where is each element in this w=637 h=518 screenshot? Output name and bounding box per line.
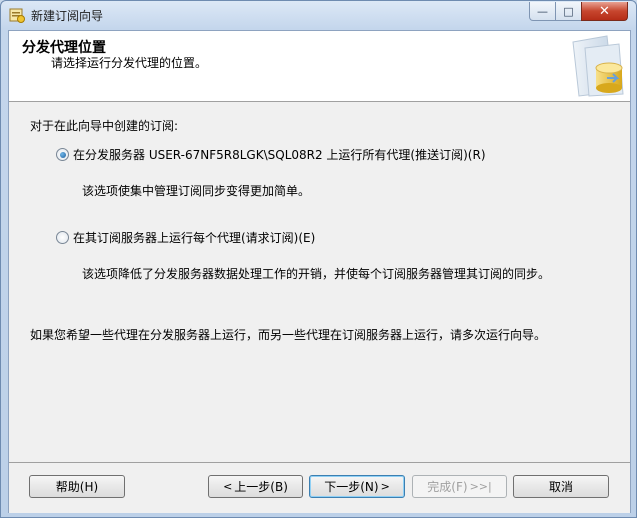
- next-button-label: 下一步(N): [324, 480, 379, 494]
- wizard-header: 分发代理位置 请选择运行分发代理的位置。: [9, 31, 630, 102]
- option-push-label[interactable]: 在分发服务器 USER-67NF5R8LGK\SQL08R2 上运行所有代理(推…: [73, 146, 486, 163]
- window-title: 新建订阅向导: [31, 9, 104, 23]
- close-button[interactable]: ✕: [581, 2, 628, 21]
- wizard-footer: 帮助(H) < 上一步(B) 下一步(N) > 完成(F) >>| 取消: [9, 462, 630, 513]
- back-button-label: 上一步(B): [234, 480, 288, 494]
- cancel-button[interactable]: 取消: [513, 475, 609, 498]
- cancel-button-label: 取消: [548, 480, 573, 494]
- finish-button: 完成(F) >>|: [412, 475, 507, 498]
- back-arrow-icon: <: [223, 480, 233, 493]
- options-prompt: 对于在此向导中创建的订阅:: [30, 119, 179, 133]
- title-bar[interactable]: 新建订阅向导 — □ ✕: [1, 1, 636, 29]
- next-button[interactable]: 下一步(N) >: [309, 475, 405, 498]
- multi-run-note: 如果您希望一些代理在分发服务器上运行，而另一些代理在订阅服务器上运行，请多次运行…: [30, 328, 547, 342]
- finish-button-label: 完成(F): [427, 480, 468, 494]
- back-button[interactable]: < 上一步(B): [208, 475, 303, 498]
- wizard-app-icon: [9, 8, 25, 23]
- next-arrow-icon: >: [380, 480, 390, 493]
- option-pull-description: 该选项降低了分发服务器数据处理工作的开销，并使每个订阅服务器管理其订阅的同步。: [82, 267, 551, 281]
- finish-arrow-icon: >>|: [469, 480, 492, 493]
- radio-pull-subscription[interactable]: [56, 231, 69, 244]
- help-button[interactable]: 帮助(H): [29, 475, 125, 498]
- option-pull-label[interactable]: 在其订阅服务器上运行每个代理(请求订阅)(E): [73, 229, 315, 246]
- wizard-content: 分发代理位置 请选择运行分发代理的位置。 对于在此向导中创建的订阅: 在分发服务…: [8, 30, 631, 513]
- page-subtitle: 请选择运行分发代理的位置。: [51, 56, 208, 70]
- help-button-label: 帮助(H): [55, 480, 99, 494]
- maximize-button[interactable]: □: [555, 2, 582, 21]
- option-push-description: 该选项使集中管理订阅同步变得更加简单。: [82, 184, 311, 198]
- wizard-window: 新建订阅向导 — □ ✕ 分发代理位置 请选择运行分发代理的位置。 对于在此向导…: [0, 0, 637, 518]
- minimize-button[interactable]: —: [529, 2, 556, 21]
- radio-push-subscription[interactable]: [56, 148, 69, 161]
- database-wizard-icon: [572, 35, 624, 97]
